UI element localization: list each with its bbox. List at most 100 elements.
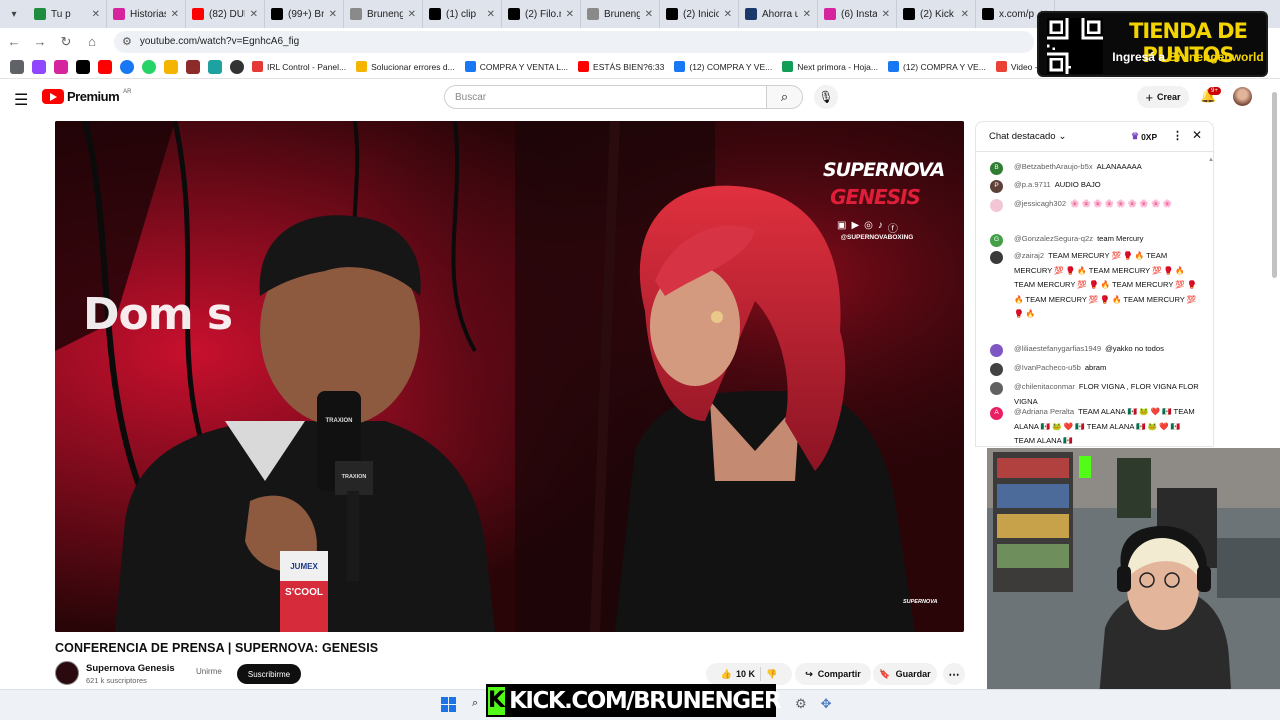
- create-button[interactable]: + Crear: [1137, 86, 1189, 108]
- microsoft-icon[interactable]: [164, 59, 178, 74]
- youtube-masthead: ☰ Premium AR Buscar ⌕ 🎙 + Crear 🔔 9+: [0, 80, 1280, 116]
- voice-search-button[interactable]: 🎙: [814, 85, 838, 109]
- menu-hamburger-icon[interactable]: ☰: [14, 90, 28, 110]
- search-input[interactable]: Buscar: [444, 85, 767, 109]
- chat-author-name[interactable]: @IvanPacheco-u5b: [1014, 363, 1081, 372]
- channel-name[interactable]: Supernova Genesis: [86, 663, 175, 674]
- bookmark-icon[interactable]: [230, 59, 244, 74]
- tab-close-icon[interactable]: ✕: [566, 9, 574, 20]
- chat-author-avatar[interactable]: B: [990, 162, 1003, 175]
- back-arrow-icon[interactable]: ←: [2, 30, 26, 54]
- chat-more-options-icon[interactable]: ⋮: [1172, 129, 1183, 142]
- youtube-icon[interactable]: [98, 59, 112, 74]
- browser-tab[interactable]: (2) Filo.n ✕: [502, 0, 581, 28]
- instagram-icon[interactable]: [54, 59, 68, 74]
- share-button[interactable]: ↪ Compartir: [795, 663, 871, 685]
- bookmark-icon[interactable]: [186, 59, 200, 74]
- tab-close-icon[interactable]: ✕: [645, 9, 653, 20]
- tab-close-icon[interactable]: ✕: [250, 9, 258, 20]
- thumbs-down-icon[interactable]: 👎: [766, 669, 777, 680]
- chat-author-name[interactable]: @liliaestefanygarfias1949: [1014, 344, 1101, 353]
- more-actions-button[interactable]: ⋯: [943, 663, 965, 685]
- address-bar[interactable]: ⚙ youtube.com/watch?v=EgnhcA6_fig: [114, 30, 1034, 53]
- browser-tab[interactable]: (2) Kick ✕: [897, 0, 976, 28]
- bookmark-icon[interactable]: [208, 59, 222, 74]
- tab-search-chevron-icon[interactable]: ▾: [0, 0, 28, 28]
- subscribe-button[interactable]: Suscribirme: [237, 664, 301, 684]
- tab-close-icon[interactable]: ✕: [487, 9, 495, 20]
- chat-author-name[interactable]: @GonzalezSegura-q2z: [1014, 234, 1093, 243]
- chat-author-avatar[interactable]: P: [990, 180, 1003, 193]
- browser-tab[interactable]: Tu p ✕: [28, 0, 107, 28]
- tab-close-icon[interactable]: ✕: [171, 9, 179, 20]
- bookmark-item[interactable]: (12) COMPRA Y VE...: [674, 61, 772, 72]
- browser-tab[interactable]: (82) DUK ✕: [186, 0, 265, 28]
- chat-author-avatar[interactable]: A: [990, 407, 1003, 420]
- page-scrollbar[interactable]: [1272, 92, 1277, 278]
- chat-author-name[interactable]: @BetzabethAraujo-b5x: [1014, 162, 1093, 171]
- bookmark-item[interactable]: IRL Control - Panel...: [252, 61, 346, 72]
- site-settings-icon[interactable]: ⚙: [122, 35, 132, 48]
- forward-arrow-icon[interactable]: →: [28, 30, 52, 54]
- tab-close-icon[interactable]: ✕: [724, 9, 732, 20]
- browser-tab[interactable]: (2) Inicio ✕: [660, 0, 739, 28]
- search-button[interactable]: ⌕: [767, 85, 803, 109]
- chat-author-avatar[interactable]: [990, 382, 1003, 395]
- bookmark-item[interactable]: (12) COMPRA Y VE...: [887, 61, 986, 72]
- tab-close-icon[interactable]: ✕: [92, 9, 100, 20]
- account-avatar[interactable]: [1233, 87, 1252, 106]
- chat-author-name[interactable]: @p.a.9711: [1014, 180, 1051, 189]
- browser-tab[interactable]: Historias ✕: [107, 0, 186, 28]
- join-button[interactable]: Unirme: [196, 667, 222, 676]
- chat-author-name[interactable]: @jessicagh302: [1014, 199, 1066, 208]
- tab-close-icon[interactable]: ✕: [882, 9, 890, 20]
- chat-author-avatar[interactable]: [990, 363, 1003, 376]
- channel-avatar[interactable]: [55, 661, 79, 685]
- corner-watermark: SUPERNOVA: [903, 599, 938, 605]
- chat-author-avatar[interactable]: [990, 199, 1003, 212]
- chat-message-text: AUDIO BAJO: [1054, 180, 1101, 189]
- bookmark-item[interactable]: ESTÁS BIEN?6:33: [578, 61, 664, 72]
- chat-author-name[interactable]: @zairaj2: [1014, 251, 1044, 260]
- plus-icon: +: [1145, 89, 1154, 105]
- tab-close-icon[interactable]: ✕: [961, 9, 969, 20]
- browser-tab[interactable]: (99+) Bru ✕: [265, 0, 344, 28]
- browser-tab[interactable]: Brunenger ✕: [344, 0, 423, 28]
- close-icon[interactable]: ✕: [1192, 128, 1202, 142]
- chat-author-avatar[interactable]: [990, 344, 1003, 357]
- browser-tab[interactable]: (6) Insta ✕: [818, 0, 897, 28]
- twitch-icon[interactable]: [32, 59, 46, 74]
- home-icon[interactable]: ⌂: [80, 30, 104, 54]
- bookmark-item[interactable]: Solucionar errores d...: [356, 61, 455, 72]
- chat-mode-dropdown[interactable]: Chat destacado ⌄: [989, 131, 1067, 142]
- browser-tab[interactable]: (1) clip ✕: [423, 0, 502, 28]
- whatsapp-icon[interactable]: [142, 59, 156, 74]
- video-player[interactable]: Dom s SUPERNOVA GENESIS ▣ ▶ ◎ ♪ ⓕ @SUPER…: [55, 121, 964, 632]
- chevron-down-icon: ⌄: [1058, 131, 1067, 142]
- bookmark-item[interactable]: COMPRA Y VENTA L...: [464, 61, 568, 72]
- facebook-icon[interactable]: [120, 59, 134, 74]
- bookmark-favicon-icon: [464, 61, 476, 72]
- save-button[interactable]: 🔖 Guardar: [873, 663, 937, 685]
- browser-tab[interactable]: Ahorra u ✕: [739, 0, 818, 28]
- xp-counter[interactable]: ♛ 0XP: [1131, 131, 1157, 142]
- x-icon[interactable]: [76, 59, 90, 74]
- chat-author-avatar[interactable]: [990, 251, 1003, 264]
- like-button[interactable]: 👍 10 K: [721, 669, 755, 680]
- youtube-premium-logo[interactable]: Premium AR: [42, 89, 131, 104]
- app-icon[interactable]: ✥: [821, 696, 832, 712]
- bookmark-label: Solucionar errores d...: [371, 61, 455, 72]
- chat-author-avatar[interactable]: G: [990, 234, 1003, 247]
- windows-start-icon[interactable]: [441, 697, 456, 712]
- tab-close-icon[interactable]: ✕: [408, 9, 416, 20]
- reload-icon[interactable]: ↻: [54, 30, 78, 54]
- chat-author-name[interactable]: @chilenitaconmar: [1014, 382, 1075, 391]
- tab-close-icon[interactable]: ✕: [803, 9, 811, 20]
- chat-author-name[interactable]: @Adriana Peralta: [1014, 407, 1074, 416]
- bookmark-item[interactable]: Next primora - Hoja...: [782, 61, 878, 72]
- apps-grid-icon[interactable]: [10, 59, 24, 74]
- browser-tab[interactable]: Brunenger ✕: [581, 0, 660, 28]
- settings-gear-icon[interactable]: ⚙: [795, 696, 807, 712]
- tab-close-icon[interactable]: ✕: [329, 9, 337, 20]
- taskbar-search-icon[interactable]: ⌕: [472, 697, 478, 710]
